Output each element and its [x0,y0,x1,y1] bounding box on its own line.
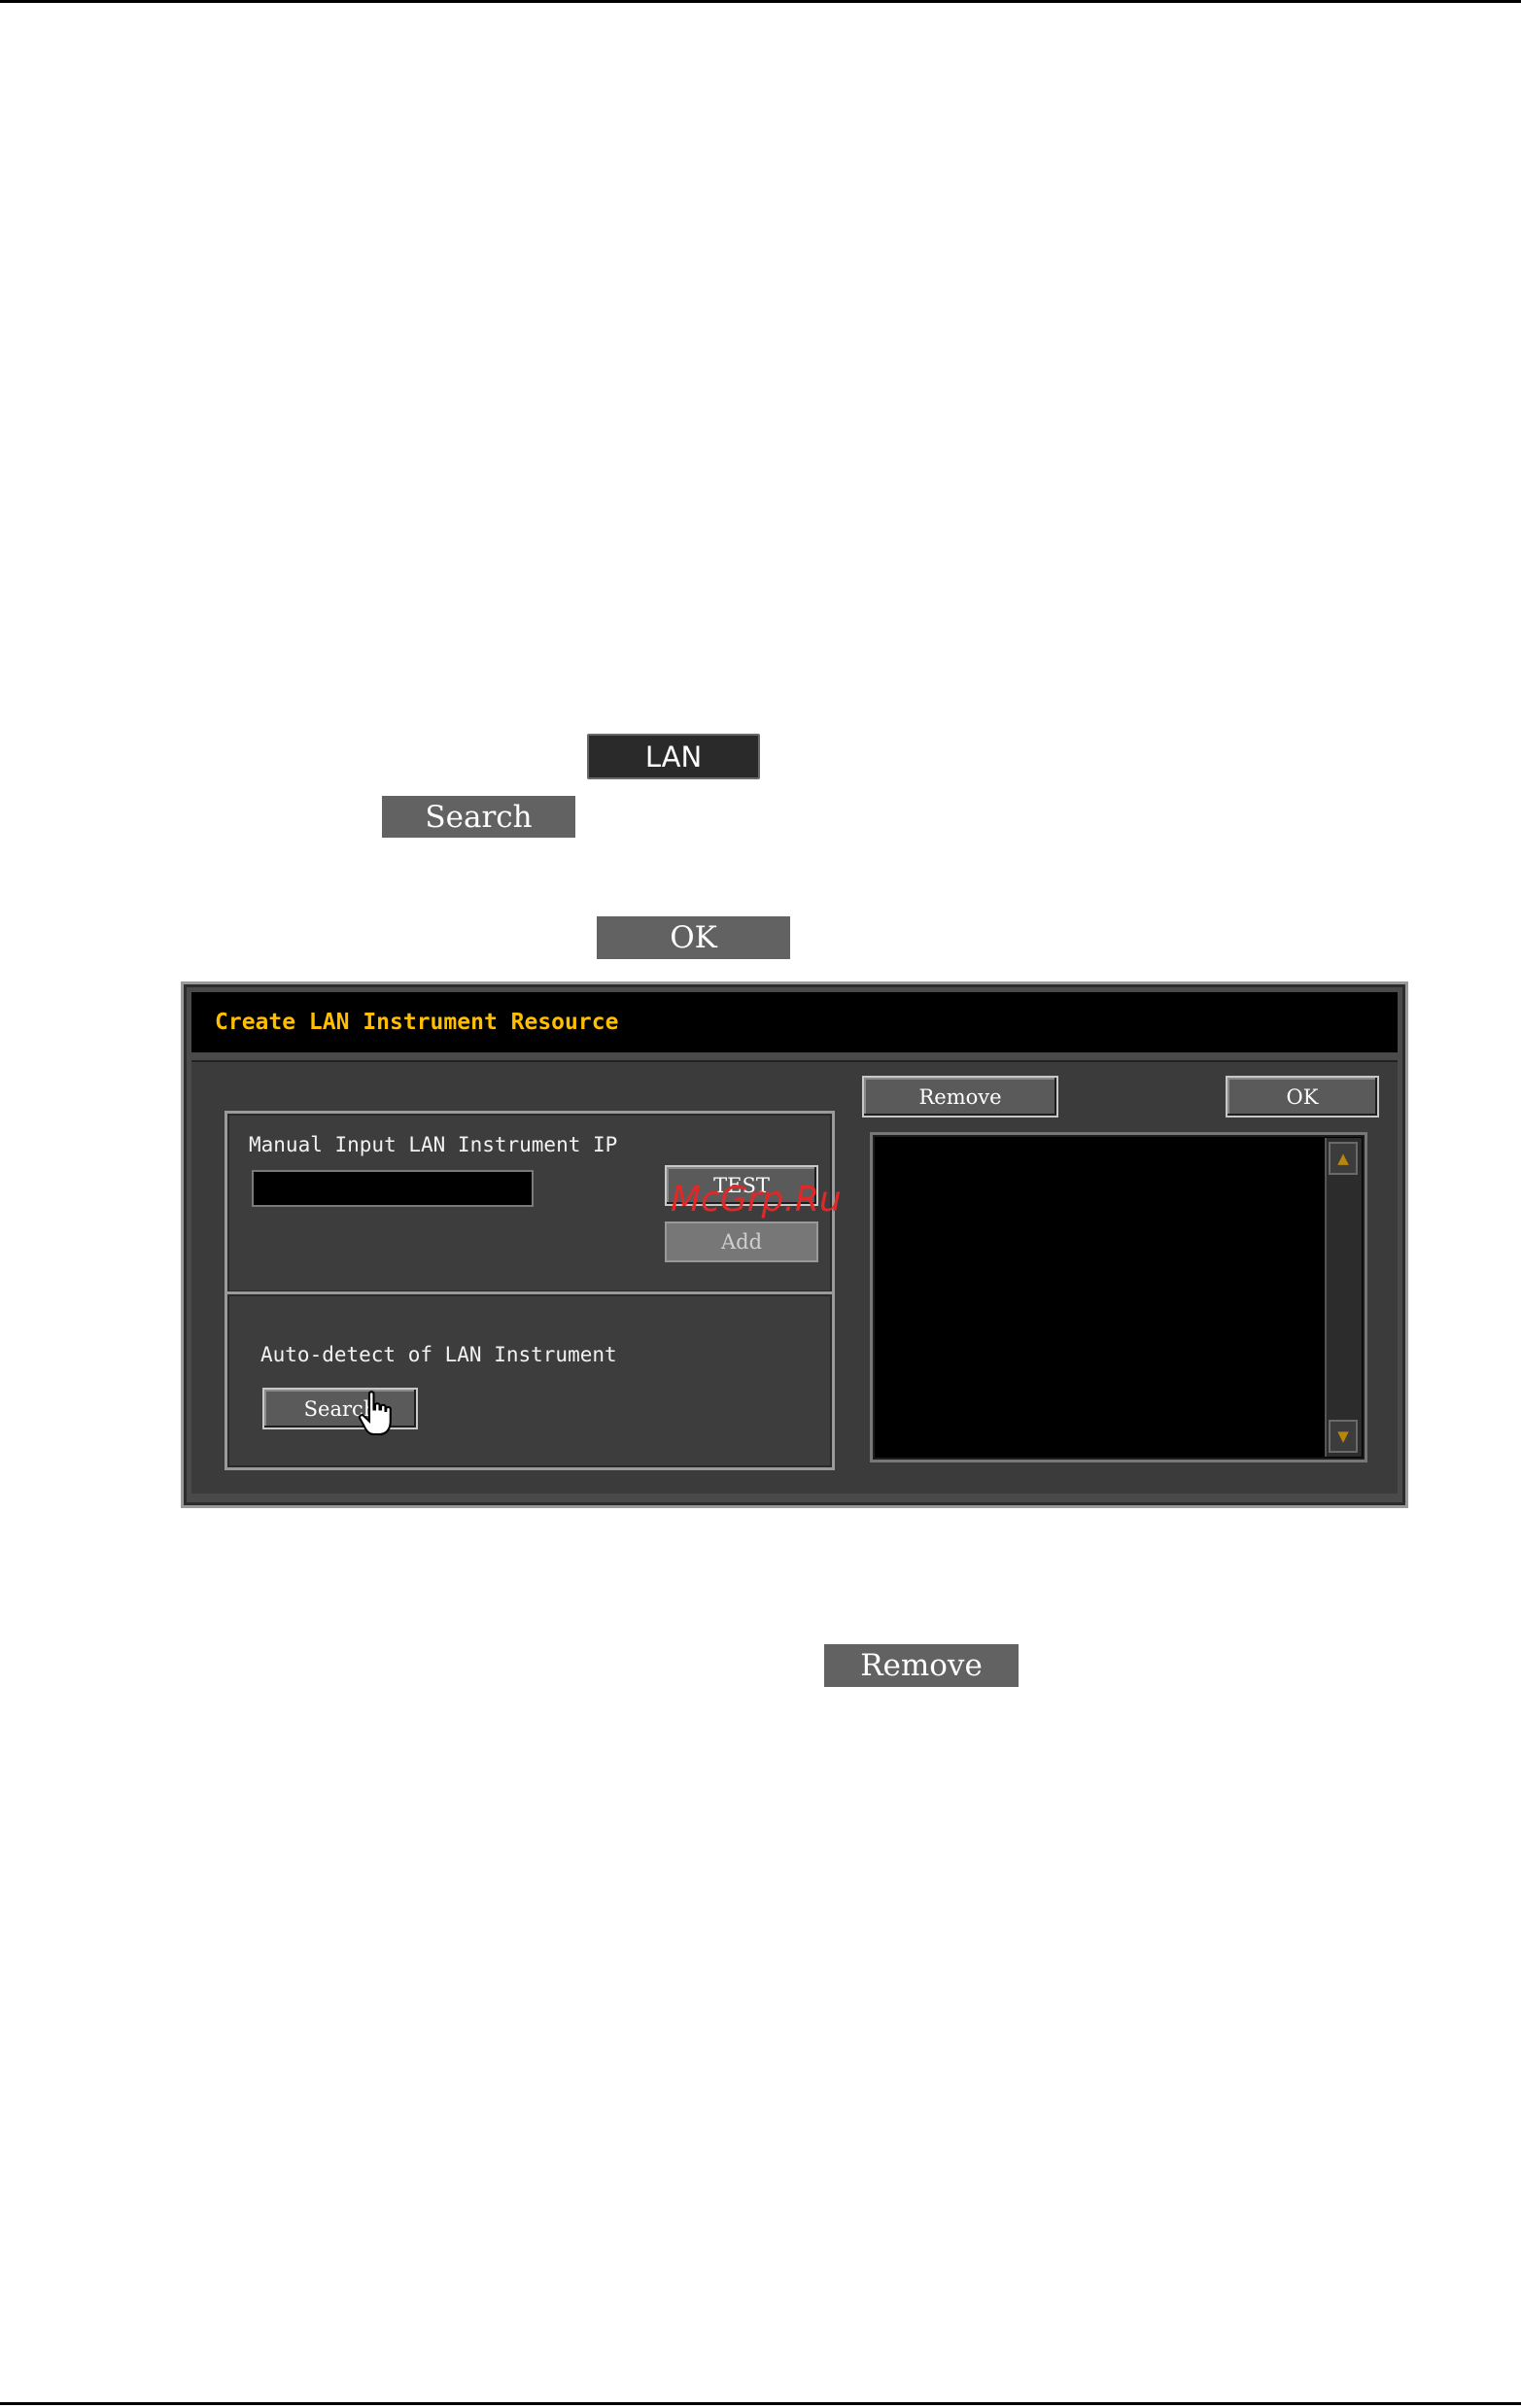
dialog-title: Create LAN Instrument Resource [191,992,1398,1052]
lan-button-image: LAN [587,734,760,779]
hand-pointer-icon [358,1391,392,1436]
top-rule [0,0,1521,3]
ok-button-image: OK [597,916,790,959]
watermark: McGrp.Ru [671,1180,842,1220]
search-button-image: Search [382,796,575,838]
add-button[interactable]: Add [665,1221,818,1262]
manual-input-label: Manual Input LAN Instrument IP [249,1133,618,1156]
scroll-up-icon[interactable]: ▲ [1329,1142,1358,1175]
search-button[interactable]: Search [262,1388,418,1429]
remove-button-image: Remove [824,1644,1019,1687]
auto-detect-group: Auto-detect of LAN Instrument Search [225,1291,835,1470]
ip-address-input[interactable] [252,1170,534,1207]
instrument-list[interactable]: ▲ ▼ [870,1132,1367,1462]
bottom-rule [0,2402,1521,2405]
ok-button[interactable]: OK [1226,1076,1379,1118]
remove-button[interactable]: Remove [862,1076,1058,1118]
list-scrollbar[interactable]: ▲ ▼ [1325,1138,1362,1457]
scroll-down-icon[interactable]: ▼ [1329,1420,1358,1453]
auto-detect-label: Auto-detect of LAN Instrument [260,1343,617,1366]
